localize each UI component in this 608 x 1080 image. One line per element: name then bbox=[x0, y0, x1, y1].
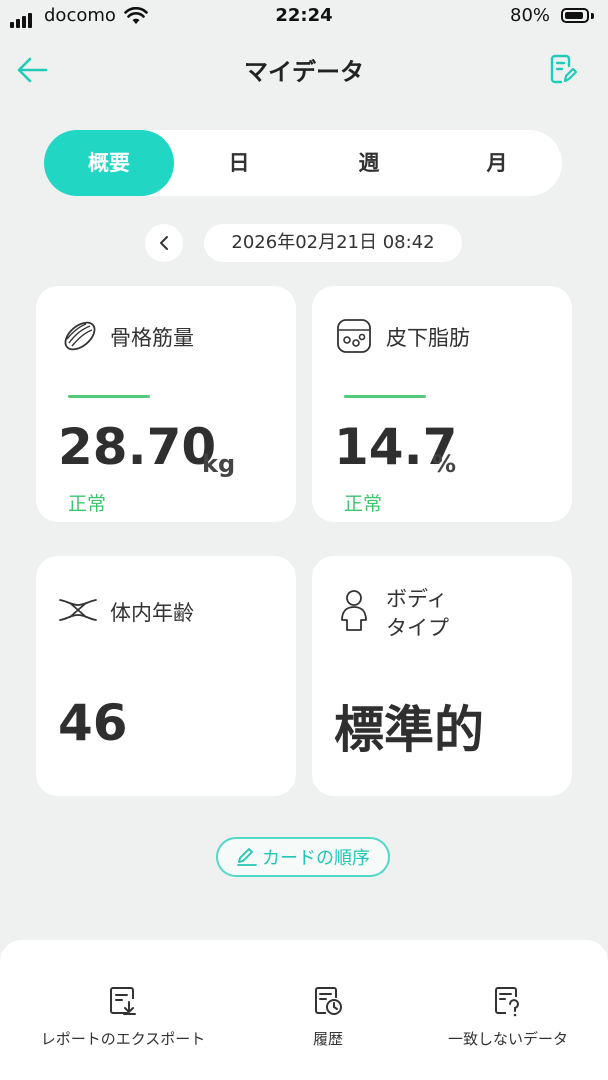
history-label: 履歴 bbox=[312, 1030, 343, 1048]
edit-document-button[interactable] bbox=[546, 52, 580, 86]
previous-date-button[interactable] bbox=[145, 224, 183, 262]
unmatched-data-icon bbox=[428, 984, 588, 1018]
chevron-left-icon bbox=[160, 236, 168, 250]
export-report-button[interactable]: レポートのエクスポート bbox=[18, 984, 228, 1049]
card-skeletal-muscle[interactable]: 骨格筋量 28.70 kg 正常 bbox=[36, 286, 296, 522]
date-display[interactable]: 2026年02月21日 08:42 bbox=[204, 224, 462, 262]
export-report-label: レポートのエクスポート bbox=[40, 1030, 206, 1048]
page-title: マイデータ bbox=[244, 58, 364, 86]
card-label: 体内年齢 bbox=[110, 601, 194, 625]
card-value: 標準的 bbox=[334, 701, 484, 759]
status-text: 正常 bbox=[344, 493, 383, 515]
battery-icon bbox=[561, 8, 589, 23]
card-value: 28.70 bbox=[58, 418, 217, 476]
card-value: 46 bbox=[58, 694, 128, 752]
status-text: 正常 bbox=[68, 493, 107, 515]
card-label: 皮下脂肪 bbox=[386, 326, 470, 350]
body-age-icon bbox=[56, 588, 100, 632]
unmatched-data-label: 一致しないデータ bbox=[447, 1030, 568, 1048]
card-label-line1: ボディ bbox=[386, 587, 448, 611]
card-body-age[interactable]: 体内年齢 46 bbox=[36, 556, 296, 796]
tab-day[interactable]: 日 bbox=[174, 130, 304, 196]
card-body-type[interactable]: ボディ タイプ 標準的 bbox=[312, 556, 572, 796]
tab-week[interactable]: 週 bbox=[304, 130, 434, 196]
history-button[interactable]: 履歴 bbox=[268, 984, 388, 1049]
status-bar: docomo 22:24 80% bbox=[0, 0, 608, 34]
tab-month[interactable]: 月 bbox=[432, 130, 562, 196]
status-indicator-bar bbox=[68, 395, 150, 398]
card-unit: % bbox=[432, 450, 457, 478]
person-icon bbox=[332, 588, 376, 632]
status-indicator-bar bbox=[344, 395, 426, 398]
edit-document-icon bbox=[550, 54, 577, 84]
card-order-button[interactable]: カードの順序 bbox=[216, 837, 390, 877]
battery-percent: 80% bbox=[510, 5, 551, 26]
card-unit: kg bbox=[202, 450, 236, 478]
unmatched-data-button[interactable]: 一致しないデータ bbox=[428, 984, 588, 1049]
card-label-line2: タイプ bbox=[386, 616, 449, 640]
card-label: 骨格筋量 bbox=[110, 326, 194, 350]
history-icon bbox=[268, 984, 388, 1018]
export-report-icon bbox=[18, 984, 228, 1018]
muscle-icon bbox=[58, 314, 102, 358]
tab-overview[interactable]: 概要 bbox=[44, 130, 174, 196]
fat-cells-icon bbox=[332, 314, 376, 358]
period-tabs: 概要 日 週 月 bbox=[44, 130, 562, 196]
bottom-action-bar: レポートのエクスポート 履歴 一致しないデータ bbox=[0, 940, 608, 1080]
card-subcutaneous-fat[interactable]: 皮下脂肪 14.7 % 正常 bbox=[312, 286, 572, 522]
card-order-label: カードの順序 bbox=[262, 848, 370, 869]
pencil-icon bbox=[237, 848, 257, 866]
battery-tip bbox=[591, 13, 594, 19]
